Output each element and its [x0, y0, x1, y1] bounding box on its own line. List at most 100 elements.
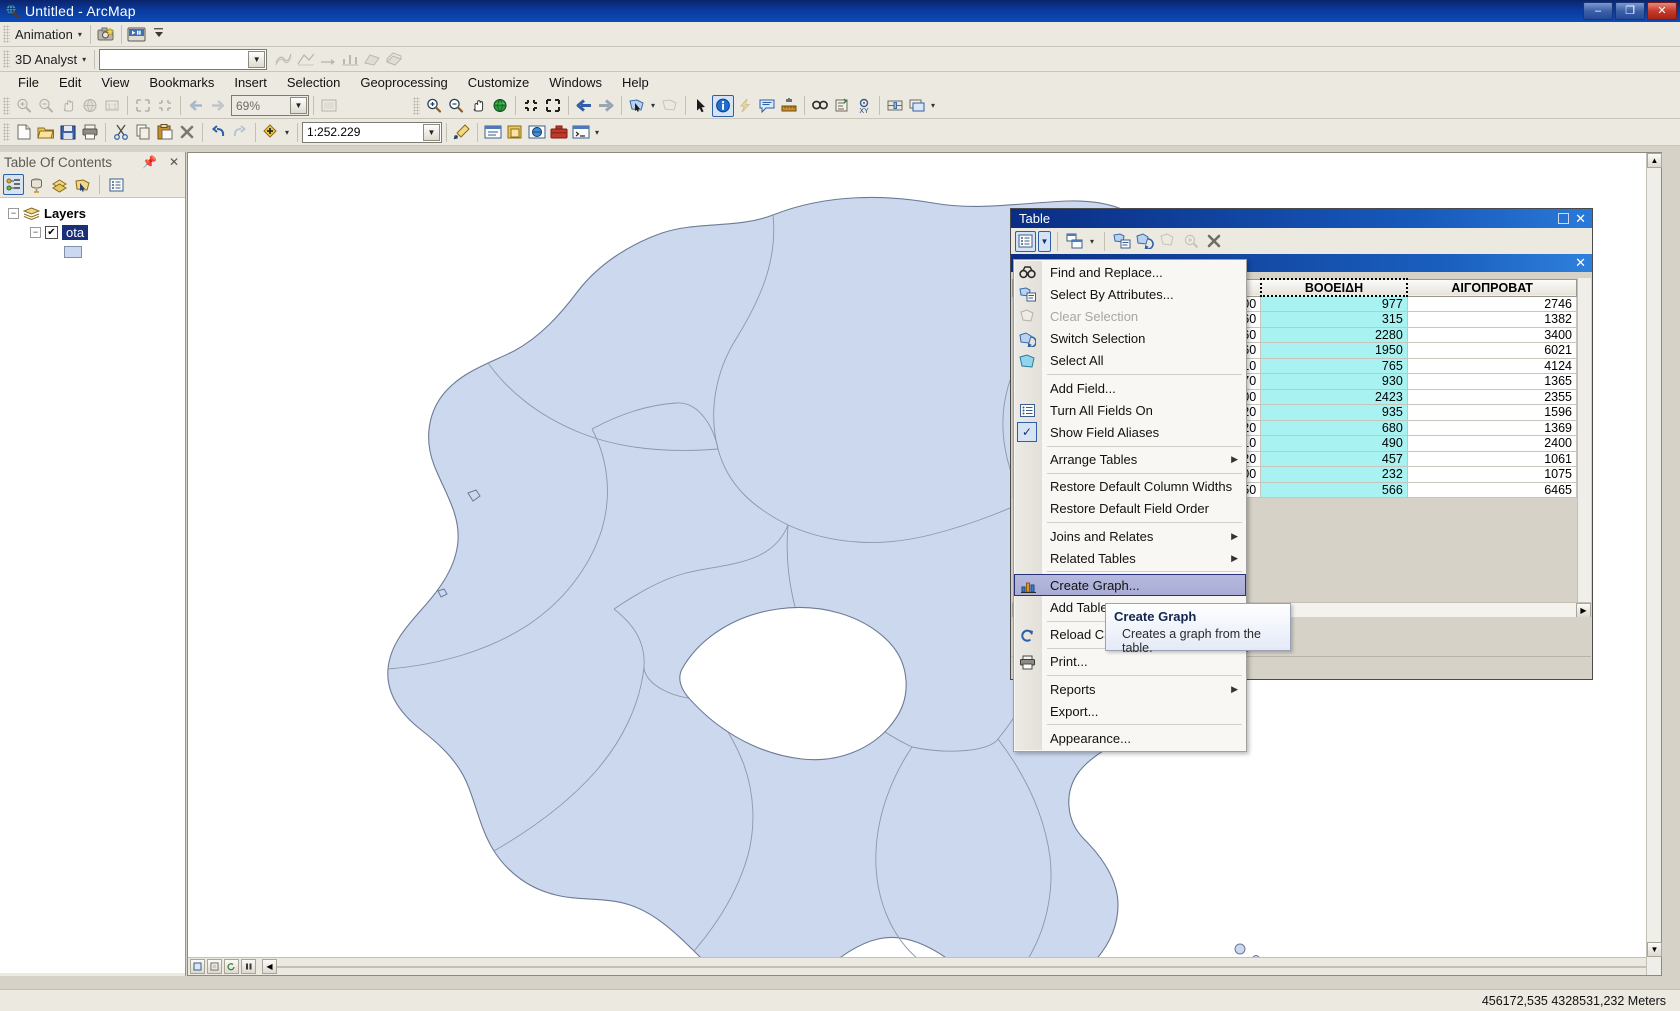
- cell-booeidi[interactable]: 1950: [1260, 342, 1408, 359]
- next-extent-icon[interactable]: [595, 95, 617, 117]
- hyperlink-icon[interactable]: [734, 95, 756, 117]
- pan-icon[interactable]: [57, 95, 79, 117]
- column-header-aigoprovat[interactable]: ΑΙΓΟΠΡΟΒΑΤ: [1406, 278, 1577, 297]
- cell-aigoprovat[interactable]: 1075: [1406, 466, 1577, 483]
- zoom-percent-combo[interactable]: 69% ▼: [231, 95, 309, 116]
- cell-aigoprovat[interactable]: 4124: [1406, 357, 1577, 374]
- refresh-view-button[interactable]: [224, 959, 239, 974]
- expander-icon[interactable]: −: [30, 227, 41, 238]
- animation-menu-label[interactable]: Animation: [13, 27, 75, 42]
- redo-icon[interactable]: [229, 121, 251, 143]
- map-v-scrollbar[interactable]: ▲ ▼: [1646, 153, 1662, 975]
- search-window-icon[interactable]: [526, 121, 548, 143]
- create-viewer-window-icon[interactable]: [906, 95, 928, 117]
- menu-item-restore-default-column-widths[interactable]: Restore Default Column Widths: [1014, 476, 1246, 498]
- find-route-icon[interactable]: [831, 95, 853, 117]
- save-icon[interactable]: [57, 121, 79, 143]
- go-to-xy-icon[interactable]: XY: [853, 95, 875, 117]
- menu-windows[interactable]: Windows: [539, 73, 612, 92]
- cell-booeidi[interactable]: 566: [1260, 481, 1408, 498]
- cell-booeidi[interactable]: 490: [1260, 435, 1408, 452]
- menu-item-export[interactable]: Export...: [1014, 700, 1246, 722]
- zoom-in-icon[interactable]: [13, 95, 35, 117]
- cell-booeidi[interactable]: 680: [1260, 419, 1408, 436]
- data-view-button[interactable]: [190, 959, 205, 974]
- minimize-button[interactable]: –: [1583, 2, 1613, 20]
- list-by-selection-icon[interactable]: [72, 174, 93, 195]
- cell-booeidi[interactable]: 765: [1260, 357, 1408, 374]
- steepest-path-icon[interactable]: [295, 48, 317, 70]
- list-by-drawing-order-icon[interactable]: [3, 174, 24, 195]
- cell-aigoprovat[interactable]: 2400: [1406, 435, 1577, 452]
- create-profile-graph-icon[interactable]: [339, 48, 361, 70]
- volume-icon[interactable]: [383, 48, 405, 70]
- cell-aigoprovat[interactable]: 1382: [1406, 311, 1577, 328]
- toolbar-grip[interactable]: [3, 96, 10, 115]
- menu-item-show-field-aliases[interactable]: ✓ Show Field Aliases: [1014, 421, 1246, 443]
- cell-aigoprovat[interactable]: 2355: [1406, 388, 1577, 405]
- menu-item-reports[interactable]: Reports ▶: [1014, 678, 1246, 700]
- chevron-down-icon[interactable]: ▾: [285, 128, 289, 137]
- options-icon[interactable]: [106, 174, 127, 195]
- layer-symbol-swatch[interactable]: [64, 245, 82, 258]
- chevron-down-icon[interactable]: ▾: [78, 30, 82, 39]
- pin-icon[interactable]: 📌: [136, 155, 163, 169]
- menu-item-select-all[interactable]: Select All: [1014, 350, 1246, 372]
- menu-item-related-tables[interactable]: Related Tables ▶: [1014, 547, 1246, 569]
- forward-extent-icon[interactable]: [207, 95, 229, 117]
- delete-selected-icon[interactable]: [1203, 231, 1224, 252]
- open-icon[interactable]: [35, 121, 57, 143]
- restore-icon[interactable]: [1558, 213, 1570, 224]
- menu-item-clear-selection[interactable]: Clear Selection: [1014, 305, 1246, 327]
- surface-area-icon[interactable]: [361, 48, 383, 70]
- menu-item-joins-and-relates[interactable]: Joins and Relates ▶: [1014, 525, 1246, 547]
- toc-layer-row-ota[interactable]: − ✔ ota: [8, 223, 185, 242]
- zoom-out-fixed-tool-icon[interactable]: [520, 95, 542, 117]
- toolbar-grip[interactable]: [3, 25, 10, 43]
- layout-view-icon[interactable]: [318, 95, 340, 117]
- zoom-out-icon[interactable]: [35, 95, 57, 117]
- measure-icon[interactable]: [778, 95, 800, 117]
- column-header-booeidi[interactable]: ΒΟΟΕΙΔΗ: [1259, 278, 1409, 297]
- delete-icon[interactable]: [176, 121, 198, 143]
- cell-booeidi[interactable]: 315: [1260, 311, 1408, 328]
- paste-icon[interactable]: [154, 121, 176, 143]
- tab-close-icon[interactable]: ✕: [1575, 255, 1586, 271]
- cut-icon[interactable]: [110, 121, 132, 143]
- interpolate-line-icon[interactable]: [273, 48, 295, 70]
- toolbar-grip[interactable]: [3, 123, 10, 141]
- cell-booeidi[interactable]: 977: [1260, 295, 1408, 312]
- h-scroll-left-arrow[interactable]: ◀: [262, 959, 277, 974]
- fixed-zoom-icon[interactable]: 1:1: [101, 95, 123, 117]
- zoom-in-fixed-icon[interactable]: [132, 95, 154, 117]
- expander-icon[interactable]: −: [8, 208, 19, 219]
- python-window-icon[interactable]: [570, 121, 592, 143]
- table-of-contents-icon[interactable]: [482, 121, 504, 143]
- close-icon[interactable]: ✕: [1575, 211, 1586, 227]
- chevron-down-icon[interactable]: ▾: [1090, 237, 1094, 246]
- zoom-to-selected-icon[interactable]: [1180, 231, 1201, 252]
- cell-booeidi[interactable]: 935: [1260, 404, 1408, 421]
- select-elements-icon[interactable]: [690, 95, 712, 117]
- menu-item-create-graph[interactable]: Create Graph...: [1014, 574, 1246, 597]
- map-h-scrollbar[interactable]: [277, 965, 1646, 968]
- grid-v-scrollbar[interactable]: [1577, 278, 1591, 602]
- menu-item-find-and-replace[interactable]: Find and Replace...: [1014, 261, 1246, 283]
- cell-aigoprovat[interactable]: 6021: [1406, 342, 1577, 359]
- zoom-in-tool-icon[interactable]: [423, 95, 445, 117]
- full-extent-tool-icon[interactable]: [489, 95, 511, 117]
- cell-aigoprovat[interactable]: 3400: [1406, 326, 1577, 343]
- toolbar-grip[interactable]: [3, 50, 10, 68]
- copy-icon[interactable]: [132, 121, 154, 143]
- menu-geoprocessing[interactable]: Geoprocessing: [350, 73, 457, 92]
- h-scroll-right-arrow[interactable]: ▶: [1576, 603, 1591, 617]
- cell-aigoprovat[interactable]: 1365: [1406, 373, 1577, 390]
- table-options-caret-icon[interactable]: ▼: [1038, 230, 1051, 252]
- line-of-sight-icon[interactable]: [317, 48, 339, 70]
- cell-aigoprovat[interactable]: 1061: [1406, 450, 1577, 467]
- cell-aigoprovat[interactable]: 1369: [1406, 419, 1577, 436]
- menu-item-turn-all-fields-on[interactable]: Turn All Fields On: [1014, 399, 1246, 421]
- menu-item-switch-selection[interactable]: Switch Selection: [1014, 328, 1246, 350]
- time-slider-icon[interactable]: [884, 95, 906, 117]
- list-by-visibility-icon[interactable]: [49, 174, 70, 195]
